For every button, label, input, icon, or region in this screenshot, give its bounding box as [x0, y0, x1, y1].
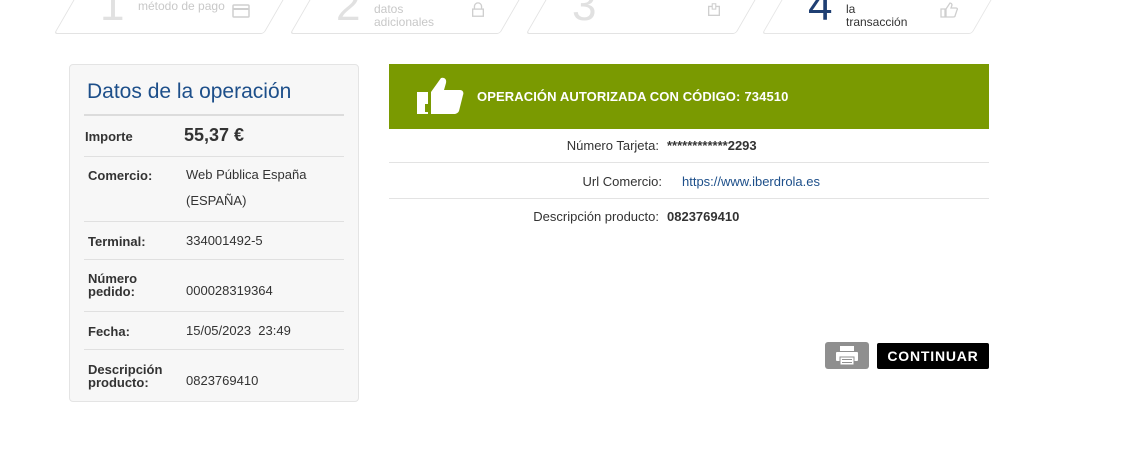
- authorization-message: OPERACIÓN AUTORIZADA CON CÓDIGO: 734510: [477, 89, 788, 104]
- thumbs-up-icon: [417, 77, 464, 114]
- product-description-row: Descripción producto: 0823769410: [389, 199, 989, 233]
- amount-label: Importe: [85, 129, 133, 144]
- date-row: Fecha: 15/05/2023 23:49: [84, 312, 344, 350]
- step-3: 3: [542, 0, 752, 34]
- merchant-value-line2: (ESPAÑA): [186, 193, 247, 208]
- step-4-number: 4: [808, 0, 833, 30]
- device-icon: [708, 3, 720, 16]
- step-1-number: 1: [100, 0, 125, 30]
- authorization-banner: OPERACIÓN AUTORIZADA CON CÓDIGO: 734510: [389, 64, 989, 129]
- terminal-value: 334001492-5: [186, 233, 263, 248]
- step-1: 1 método de pago: [70, 0, 280, 34]
- product-description-label: Descripción producto:: [533, 209, 659, 224]
- merchant-label: Comercio:: [88, 168, 153, 183]
- step-4-label-line2: transacción: [846, 15, 908, 29]
- authorization-code: 734510: [744, 89, 789, 104]
- order-number-label-line2: pedido:: [88, 284, 135, 299]
- card-number-value: ************2293: [667, 138, 757, 153]
- description-label-line2: producto:: [88, 375, 149, 390]
- steps-bar: 1 método de pago 2 datos adicionales 3 4…: [53, 0, 1005, 34]
- card-number-label: Número Tarjeta:: [566, 138, 659, 153]
- step-2: 2 datos adicionales: [306, 0, 516, 34]
- step-1-label: método de pago: [138, 0, 225, 13]
- printer-icon: [836, 346, 858, 366]
- merchant-row: Comercio: Web Pública España (ESPAÑA): [84, 157, 344, 222]
- step-2-number: 2: [336, 0, 361, 30]
- date-label: Fecha:: [88, 324, 130, 339]
- step-2-label-line2: adicionales: [374, 15, 435, 29]
- merchant-url-row: Url Comercio: https://www.iberdrola.es: [389, 163, 989, 199]
- step-3-number: 3: [572, 0, 597, 30]
- order-number-row: Número pedido: 000028319364: [84, 260, 344, 312]
- date-value: 15/05/2023 23:49: [186, 323, 291, 338]
- thumbs-up-icon: [940, 2, 958, 18]
- authorization-text: OPERACIÓN AUTORIZADA CON CÓDIGO:: [477, 89, 741, 104]
- card-icon: [232, 4, 250, 18]
- operation-data-panel: Datos de la operación Importe 55,37 € Co…: [69, 64, 359, 402]
- lock-icon: [472, 2, 484, 17]
- continue-button[interactable]: CONTINUAR: [877, 343, 989, 369]
- amount-row: Importe 55,37 €: [84, 116, 344, 157]
- merchant-value-line1: Web Pública España: [186, 167, 307, 182]
- terminal-row: Terminal: 334001492-5: [84, 222, 344, 260]
- description-value: 0823769410: [186, 373, 259, 388]
- terminal-label: Terminal:: [88, 234, 146, 249]
- amount-value: 55,37 €: [184, 125, 245, 145]
- panel-title: Datos de la operación: [87, 80, 292, 103]
- card-number-row: Número Tarjeta: ************2293: [389, 129, 989, 163]
- merchant-url-link[interactable]: https://www.iberdrola.es: [682, 174, 820, 189]
- product-description-value: 0823769410: [667, 209, 740, 224]
- description-row: Descripción producto: 0823769410: [84, 350, 344, 400]
- step-4: 4 la transacción: [778, 0, 988, 34]
- merchant-url-label: Url Comercio:: [582, 174, 662, 189]
- print-button[interactable]: [825, 342, 869, 369]
- order-number-value: 000028319364: [186, 283, 273, 298]
